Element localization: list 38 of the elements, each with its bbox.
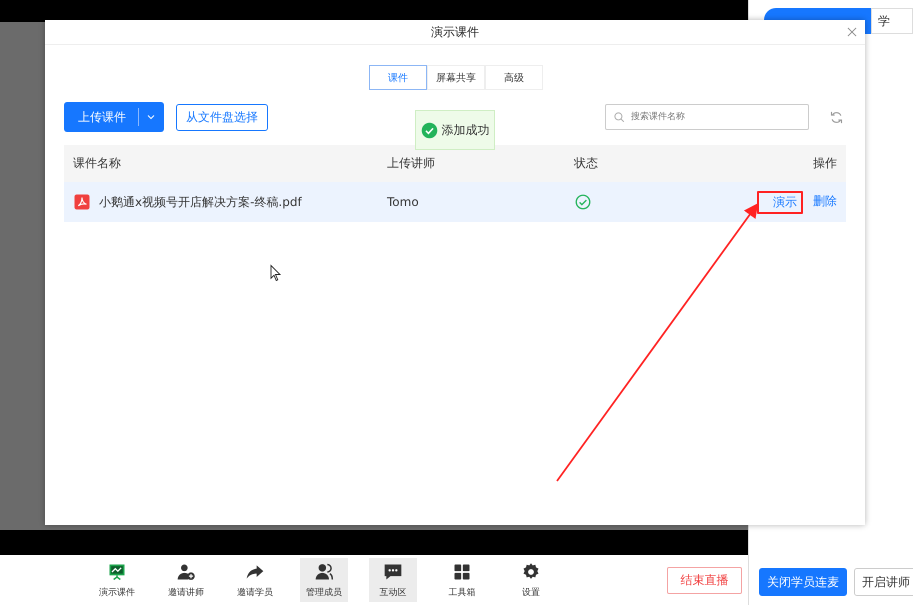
check-circle-icon: [420, 122, 438, 138]
dialog-title: 演示课件: [431, 24, 479, 40]
table-row[interactable]: 小鹅通x视频号开店解决方案-终稿.pdf Tomo 演示 删除: [64, 182, 846, 222]
column-header: 操作: [813, 155, 837, 172]
tab[interactable]: 高级: [485, 65, 543, 90]
presentation-icon: [107, 562, 127, 582]
pdf-file-icon: [73, 193, 91, 211]
action-link[interactable]: 删除: [813, 190, 837, 214]
column-header: 状态: [574, 155, 599, 172]
panel-button[interactable]: 关闭学员连麦: [759, 568, 847, 596]
column-header: 课件名称: [73, 155, 122, 172]
toolbar-button[interactable]: 邀请讲师: [162, 558, 210, 602]
upload-button[interactable]: 上传课件: [64, 102, 164, 132]
toolbar-button[interactable]: 互动区: [369, 558, 417, 602]
tab[interactable]: 屏幕共享: [427, 65, 485, 90]
add-person-icon: [176, 562, 196, 582]
table-cell-text: Tomo: [387, 195, 420, 209]
toolbar-button[interactable]: 演示课件: [93, 558, 141, 602]
grid-icon: [452, 562, 472, 582]
close-icon[interactable]: [845, 25, 859, 39]
toolbar-button[interactable]: 管理成员: [300, 558, 348, 602]
file-name: 小鹅通x视频号开店解决方案-终稿.pdf: [99, 194, 302, 210]
action-link[interactable]: 演示: [757, 190, 803, 214]
toolbar-button[interactable]: 邀请学员: [231, 558, 279, 602]
panel-tab[interactable]: 学: [871, 8, 913, 34]
settings-icon: [521, 562, 541, 582]
tab[interactable]: 课件: [369, 65, 427, 90]
toolbar-button[interactable]: 工具箱: [438, 558, 486, 602]
people-icon: [314, 562, 334, 582]
chat-bubble-icon: [383, 562, 403, 582]
select-from-disk-button[interactable]: 从文件盘选择: [176, 104, 268, 130]
end-live-button[interactable]: 结束直播: [667, 566, 742, 594]
toast-message: 添加成功: [442, 122, 490, 138]
panel-button[interactable]: 开启讲师: [854, 568, 913, 596]
column-header: 上传讲师: [387, 155, 436, 172]
search-field[interactable]: 搜索课件名称: [605, 104, 809, 130]
toolbar-button[interactable]: 设置: [507, 558, 555, 602]
refresh-icon[interactable]: [829, 110, 844, 124]
